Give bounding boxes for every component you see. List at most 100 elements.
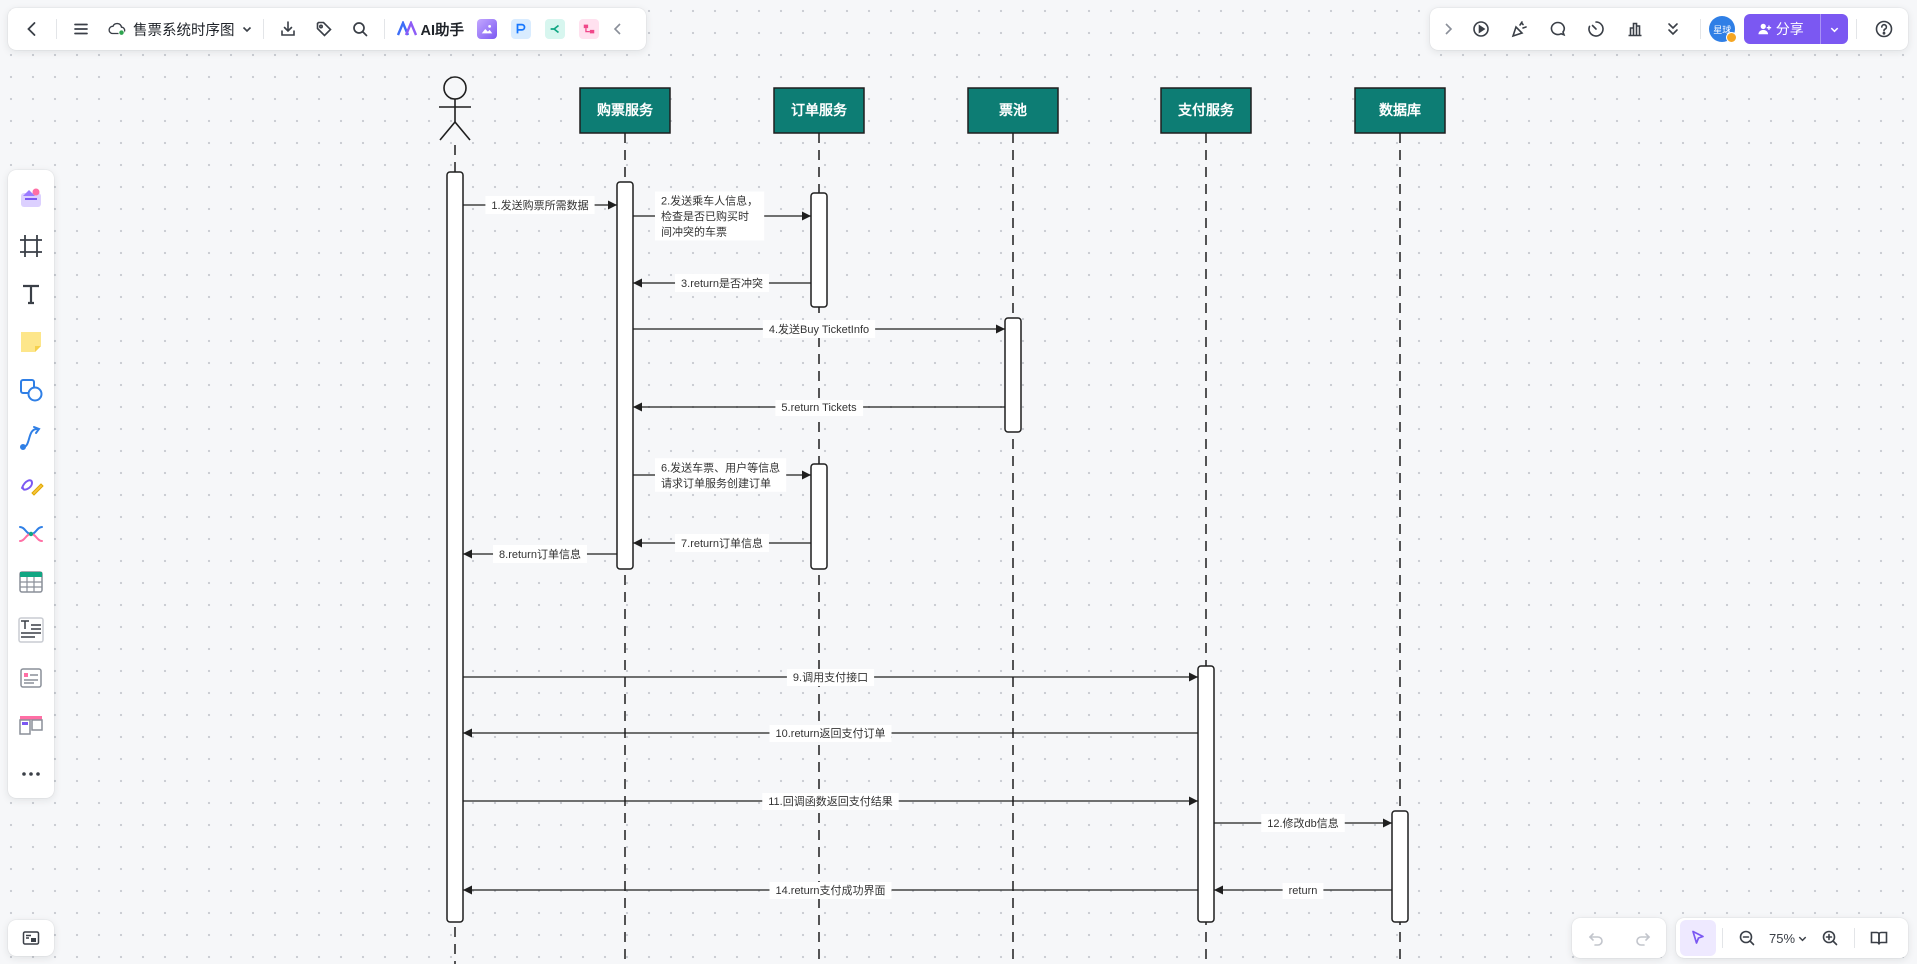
message-1[interactable]: 1.发送购票所需数据 — [463, 196, 617, 214]
celebrate-icon[interactable] — [1501, 11, 1537, 47]
ai-assistant-button[interactable]: AI助手 — [396, 19, 465, 40]
activation-bar[interactable] — [616, 181, 634, 570]
message-label: 7.return订单信息 — [681, 536, 763, 550]
p-app-icon[interactable] — [511, 19, 531, 39]
template-icon[interactable] — [8, 174, 54, 222]
message-5[interactable]: 5.return Tickets — [633, 400, 1005, 416]
divider — [1722, 928, 1723, 948]
more-tools-icon[interactable] — [8, 750, 54, 798]
share-label: 分享 — [1775, 21, 1804, 37]
text-card-icon[interactable] — [8, 606, 54, 654]
message-12[interactable]: 12.修改db信息 — [1214, 814, 1392, 832]
undo-icon[interactable] — [1578, 920, 1614, 956]
zoom-controls: 75% — [1676, 918, 1908, 958]
top-left-toolbar: 售票系统时序图 AI助手 — [8, 8, 646, 50]
divider — [1699, 19, 1701, 39]
shape-icon[interactable] — [8, 366, 54, 414]
flow-app-icon[interactable] — [579, 19, 599, 39]
divider — [1854, 928, 1856, 948]
message-10[interactable]: 10.return返回支付订单 — [463, 725, 1198, 742]
kanban-icon[interactable] — [8, 702, 54, 750]
mindmap-app-icon[interactable] — [545, 19, 565, 39]
zoom-out-icon[interactable] — [1729, 920, 1765, 956]
activation-bar[interactable] — [446, 171, 464, 923]
message-label: return — [1289, 885, 1318, 897]
share-button[interactable]: 分享 — [1743, 14, 1848, 44]
activation-bar[interactable] — [810, 463, 828, 570]
cloud-icon — [107, 20, 127, 38]
message-label: 8.return订单信息 — [499, 547, 581, 561]
left-tool-palette — [8, 170, 54, 798]
collapse-icon[interactable] — [606, 11, 630, 47]
timer-icon[interactable] — [1578, 11, 1614, 47]
message-label: 1.发送购票所需数据 — [491, 198, 588, 212]
download-icon[interactable] — [270, 11, 306, 47]
sticky-note-icon[interactable] — [8, 318, 54, 366]
play-icon[interactable] — [1463, 11, 1499, 47]
message-13[interactable]: return — [1214, 883, 1392, 899]
actor-figure[interactable] — [439, 76, 471, 141]
card-icon[interactable] — [8, 654, 54, 702]
user-plus-icon — [1758, 22, 1772, 36]
document-title-menu[interactable]: 售票系统时序图 — [107, 19, 253, 40]
message-2[interactable]: 2.发送乘车人信息，检查是否已购买时间冲突的车票 — [633, 191, 811, 241]
mindmap-icon[interactable] — [8, 510, 54, 558]
menu-icon[interactable] — [63, 11, 99, 47]
table-icon[interactable] — [8, 558, 54, 606]
redo-icon[interactable] — [1625, 920, 1661, 956]
zoom-in-icon[interactable] — [1812, 920, 1848, 956]
tag-icon[interactable] — [306, 11, 342, 47]
participant-label: 购票服务 — [597, 102, 654, 118]
comment-icon[interactable] — [1540, 11, 1576, 47]
chevron-down-icon — [241, 23, 253, 35]
frame-icon[interactable] — [8, 222, 54, 270]
message-3[interactable]: 3.return是否冲突 — [633, 274, 811, 292]
share-dropdown-icon[interactable] — [1819, 14, 1848, 44]
divider — [383, 19, 385, 39]
connector-icon[interactable] — [8, 414, 54, 462]
text-icon[interactable] — [8, 270, 54, 318]
activation-bar[interactable] — [1197, 665, 1215, 923]
message-9[interactable]: 9.调用支付接口 — [463, 669, 1198, 686]
activation-bar[interactable] — [810, 192, 828, 308]
history-controls — [1572, 918, 1666, 958]
message-7[interactable]: 7.return订单信息 — [633, 534, 811, 552]
message-label: 10.return返回支付订单 — [775, 727, 885, 740]
message-label: 14.return支付成功界面 — [775, 884, 885, 897]
minimap-button[interactable] — [8, 920, 54, 956]
message-label: 12.修改db信息 — [1267, 816, 1339, 830]
top-right-toolbar: 星球 分享 — [1430, 8, 1908, 50]
divider — [262, 19, 264, 39]
message-14[interactable]: 14.return支付成功界面 — [463, 882, 1198, 899]
message-8[interactable]: 8.return订单信息 — [463, 545, 617, 563]
participant-label: 支付服务 — [1177, 102, 1235, 118]
message-label: 11.回调函数返回支付结果 — [768, 795, 892, 808]
expand-icon[interactable] — [1436, 11, 1460, 47]
more-icon[interactable] — [1655, 11, 1691, 47]
message-6[interactable]: 6.发送车票、用户等信息请求订单服务创建订单 — [633, 458, 811, 492]
image-app-icon[interactable] — [477, 19, 497, 39]
message-label: 5.return Tickets — [781, 402, 857, 414]
message-label: 4.发送Buy TicketInfo — [769, 322, 869, 336]
participant-3[interactable]: 票池 — [967, 87, 1059, 964]
search-icon[interactable] — [342, 11, 378, 47]
pen-icon[interactable] — [8, 462, 54, 510]
message-label: 9.调用支付接口 — [793, 671, 868, 684]
participant-label: 订单服务 — [791, 102, 848, 118]
book-icon[interactable] — [1861, 920, 1897, 956]
activation-bar[interactable] — [1391, 810, 1409, 923]
avatar[interactable]: 星球 — [1709, 16, 1738, 43]
vote-icon[interactable] — [1617, 11, 1653, 47]
back-icon[interactable] — [14, 11, 50, 47]
message-4[interactable]: 4.发送Buy TicketInfo — [633, 320, 1005, 338]
zoom-level[interactable]: 75% — [1769, 931, 1795, 946]
message-11[interactable]: 11.回调函数返回支付结果 — [463, 793, 1198, 810]
select-icon[interactable] — [1680, 920, 1716, 956]
ai-assistant-label: AI助手 — [420, 22, 465, 39]
divider — [1856, 19, 1858, 39]
chevron-down-icon[interactable] — [1797, 933, 1808, 944]
sequence-diagram: 购票服务 订单服务 票池 支付服务 数据库 1.发送购票所需数据 2.发送乘车人信息，检查… — [439, 76, 1446, 964]
activation-bar[interactable] — [1004, 317, 1022, 433]
avatar-label: 星球 — [1713, 24, 1732, 35]
help-icon[interactable] — [1866, 11, 1902, 47]
